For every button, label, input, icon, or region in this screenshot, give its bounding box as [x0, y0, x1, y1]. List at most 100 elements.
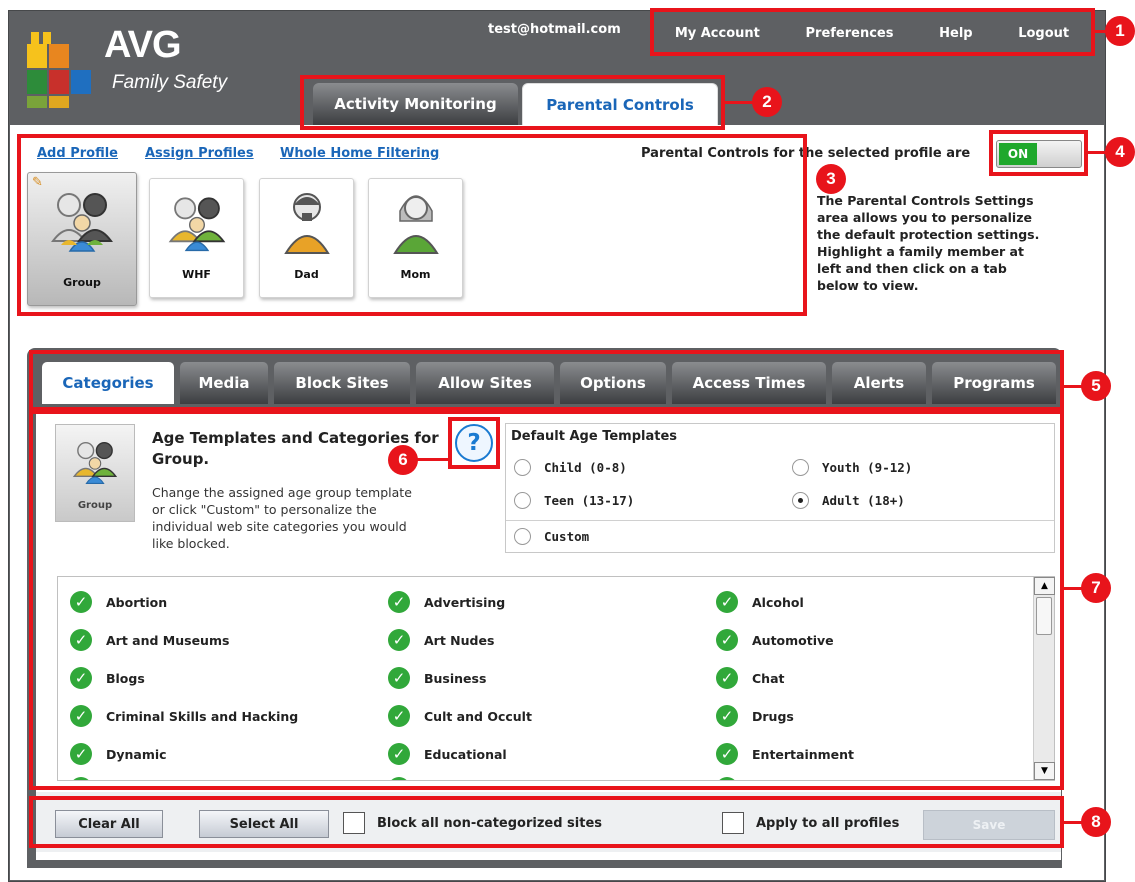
radio-label: Teen (13-17): [544, 493, 635, 508]
profile-mom[interactable]: Mom: [368, 178, 463, 298]
check-icon: ✓: [388, 629, 410, 651]
apply-all-profiles-checkbox[interactable]: Apply to all profiles: [722, 812, 899, 834]
category-chat[interactable]: ✓ Chat: [716, 667, 784, 689]
parental-status-label: Parental Controls for the selected profi…: [641, 146, 971, 161]
tab-options[interactable]: Options: [560, 362, 666, 404]
nav-my-account[interactable]: My Account: [675, 26, 760, 41]
scroll-up-arrow-icon[interactable]: ▲: [1034, 577, 1055, 595]
parental-toggle[interactable]: ON: [996, 140, 1082, 168]
tab-programs[interactable]: Programs: [932, 362, 1056, 404]
category-alcohol[interactable]: ✓ Alcohol: [716, 591, 804, 613]
nav-logout[interactable]: Logout: [1018, 26, 1069, 41]
checkbox-label: Apply to all profiles: [756, 815, 900, 831]
radio-button: [514, 492, 531, 509]
profile-name: WHF: [182, 268, 211, 281]
category-label: Dynamic: [106, 746, 167, 762]
profile-name: Group: [63, 276, 101, 289]
block-noncategorized-checkbox[interactable]: Block all non-categorized sites: [343, 812, 602, 834]
group-icon: [72, 442, 118, 484]
category-art-museums[interactable]: ✓ Art and Museums: [70, 629, 229, 651]
category-label: Automotive: [752, 632, 834, 648]
templates-divider: [506, 520, 1054, 521]
category-blogs[interactable]: ✓ Blogs: [70, 667, 145, 689]
help-question-icon[interactable]: ?: [455, 424, 493, 462]
select-all-button[interactable]: Select All: [199, 810, 329, 838]
callout-7: 7: [1081, 573, 1111, 603]
nav-help[interactable]: Help: [939, 26, 972, 41]
radio-child[interactable]: Child (0-8): [514, 459, 627, 476]
profile-name: Mom: [400, 268, 431, 281]
category-business[interactable]: ✓ Business: [388, 667, 486, 689]
pencil-icon: ✎: [32, 175, 43, 190]
check-icon: ✓: [388, 705, 410, 727]
category-art-nudes[interactable]: ✓ Art Nudes: [388, 629, 494, 651]
save-button[interactable]: Save: [923, 810, 1055, 840]
category-dynamic[interactable]: ✓ Dynamic: [70, 743, 167, 765]
radio-custom[interactable]: Custom: [514, 528, 589, 545]
profile-group[interactable]: ✎ Group: [27, 172, 137, 306]
tab-block-sites[interactable]: Block Sites: [274, 362, 410, 404]
tab-media[interactable]: Media: [180, 362, 268, 404]
category-label: Advertising: [424, 594, 506, 610]
category-educational[interactable]: ✓ Educational: [388, 743, 507, 765]
check-icon: ✓: [388, 743, 410, 765]
toggle-on-indicator: ON: [999, 143, 1037, 165]
avg-logo-icon: [27, 32, 91, 108]
category-advertising[interactable]: ✓ Advertising: [388, 591, 505, 613]
category-label: Cult and Occult: [424, 708, 532, 724]
tab-activity-monitoring[interactable]: Activity Monitoring: [313, 83, 518, 125]
category-label: Entertainment: [752, 746, 855, 762]
check-icon: ✓: [716, 743, 738, 765]
categories-scrollbar[interactable]: ▲ ▼: [1033, 577, 1055, 780]
scroll-down-arrow-icon[interactable]: ▼: [1034, 762, 1055, 780]
whole-home-filtering-link[interactable]: Whole Home Filtering: [280, 146, 439, 161]
check-icon: ✓: [70, 743, 92, 765]
radio-youth[interactable]: Youth (9-12): [792, 459, 912, 476]
categories-list: ✓ Abortion ✓ Advertising ✓ Alcohol ✓ Art and…: [57, 576, 1055, 781]
group-icon-label: Group: [77, 500, 113, 511]
radio-button: [792, 459, 809, 476]
category-drugs[interactable]: ✓ Drugs: [716, 705, 794, 727]
tab-alerts[interactable]: Alerts: [832, 362, 926, 404]
callout-8: 8: [1081, 807, 1111, 837]
category-label: Art and Museums: [106, 632, 230, 648]
callout-5: 5: [1081, 371, 1111, 401]
tab-parental-controls[interactable]: Parental Controls: [522, 83, 718, 125]
category-abortion[interactable]: ✓ Abortion: [70, 591, 167, 613]
logo-product: Family Safety: [112, 72, 228, 93]
tab-access-times[interactable]: Access Times: [672, 362, 826, 404]
check-icon: [388, 777, 410, 780]
radio-teen[interactable]: Teen (13-17): [514, 492, 634, 509]
callout-line: [724, 101, 754, 104]
clear-all-button[interactable]: Clear All: [55, 810, 163, 838]
category-label: Chat: [752, 670, 785, 686]
family-icon: [168, 197, 225, 252]
check-icon: ✓: [716, 705, 738, 727]
radio-button: [514, 459, 531, 476]
scroll-thumb[interactable]: [1036, 597, 1052, 635]
nav-preferences[interactable]: Preferences: [806, 26, 894, 41]
tab-categories[interactable]: Categories: [42, 362, 174, 404]
tab-allow-sites[interactable]: Allow Sites: [416, 362, 554, 404]
callout-1: 1: [1105, 16, 1135, 46]
check-icon: ✓: [716, 629, 738, 651]
category-cult-occult[interactable]: ✓ Cult and Occult: [388, 705, 532, 727]
category-criminal-skills[interactable]: ✓ Criminal Skills and Hacking: [70, 705, 298, 727]
assign-profiles-link[interactable]: Assign Profiles: [145, 146, 254, 161]
category-entertainment[interactable]: ✓ Entertainment: [716, 743, 854, 765]
checkbox-box: [343, 812, 365, 834]
callout-line: [1087, 151, 1107, 154]
category-automotive[interactable]: ✓ Automotive: [716, 629, 834, 651]
profile-dad[interactable]: Dad: [259, 178, 354, 298]
category-label: Drugs: [752, 708, 794, 724]
profile-whf[interactable]: WHF: [149, 178, 244, 298]
check-icon: [70, 777, 92, 780]
category-label: Alcohol: [752, 594, 804, 610]
radio-adult[interactable]: Adult (18+): [792, 492, 905, 509]
check-icon: ✓: [70, 667, 92, 689]
add-profile-link[interactable]: Add Profile: [37, 146, 118, 161]
check-icon: ✓: [716, 667, 738, 689]
group-icon: [51, 193, 113, 252]
user-email: test@hotmail.com: [488, 22, 621, 37]
checkbox-box: [722, 812, 744, 834]
